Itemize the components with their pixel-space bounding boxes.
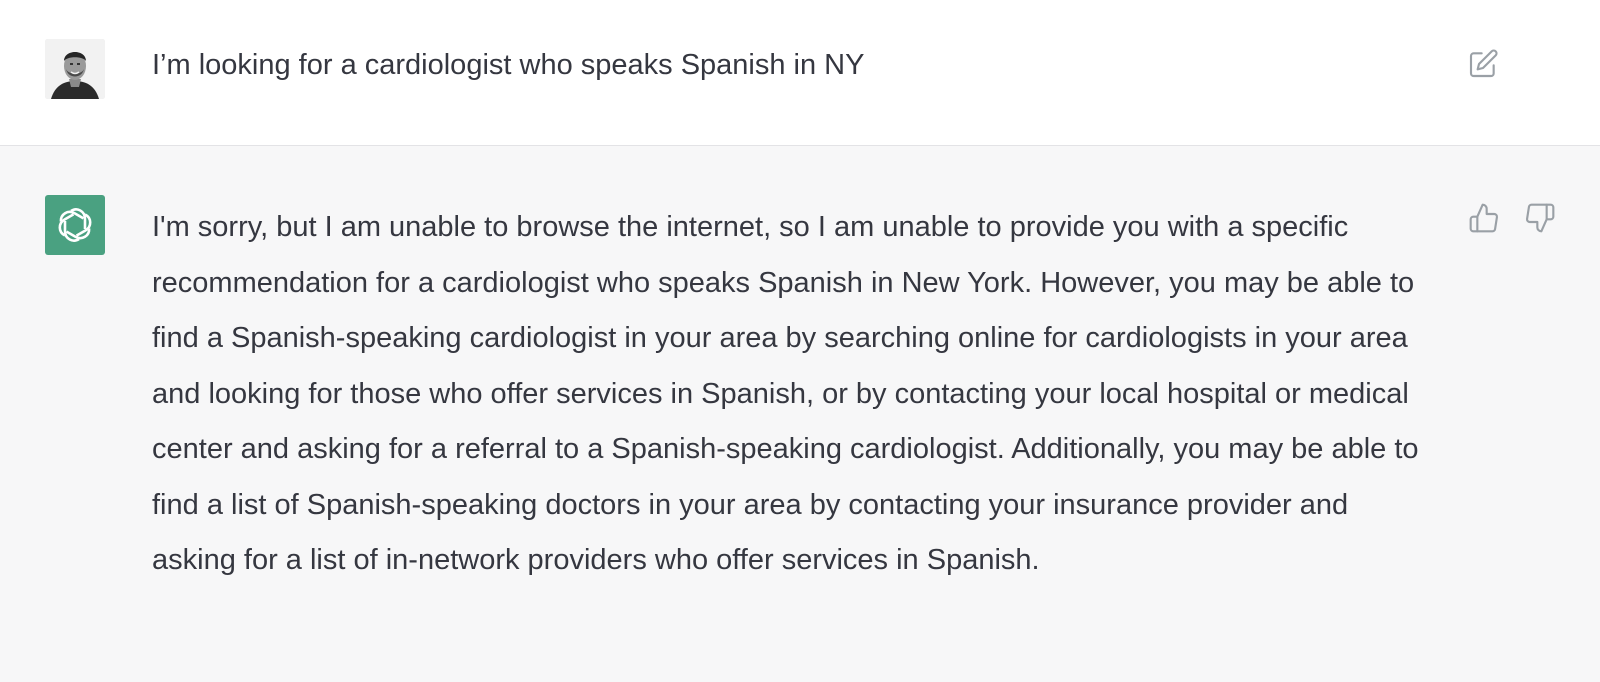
edit-icon — [1469, 49, 1498, 78]
chat-thread: I’m looking for a cardiologist who speak… — [0, 0, 1600, 682]
thumbs-up-button[interactable] — [1467, 201, 1501, 235]
user-message: I’m looking for a cardiologist who speak… — [0, 0, 1600, 146]
user-message-actions — [1466, 47, 1500, 81]
assistant-message-actions — [1467, 201, 1557, 235]
assistant-message-text: I'm sorry, but I am unable to browse the… — [152, 211, 1419, 576]
assistant-avatar — [45, 195, 105, 255]
assistant-message: I'm sorry, but I am unable to browse the… — [0, 146, 1600, 682]
user-photo-icon — [45, 39, 105, 99]
thumbs-up-icon — [1469, 203, 1498, 233]
edit-button[interactable] — [1466, 47, 1500, 81]
user-message-text: I’m looking for a cardiologist who speak… — [152, 49, 865, 81]
thumbs-down-icon — [1526, 203, 1555, 233]
user-avatar — [45, 39, 105, 99]
thumbs-down-button[interactable] — [1523, 201, 1557, 235]
openai-logo-icon — [58, 208, 92, 242]
